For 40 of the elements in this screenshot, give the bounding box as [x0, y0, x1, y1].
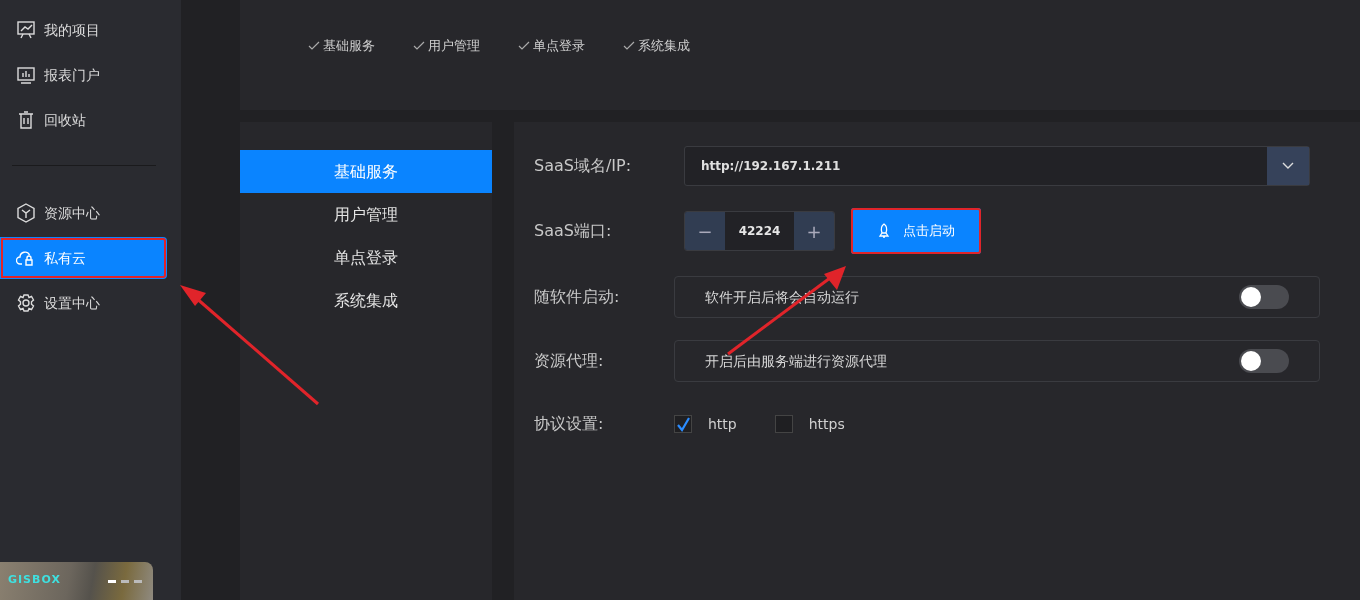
sidebar-item[interactable]: 我的项目: [0, 9, 167, 51]
checkbox-label: http: [708, 414, 737, 434]
address-dropdown[interactable]: http://192.167.1.211: [684, 146, 1310, 186]
sidebar-item[interactable]: 私有云: [0, 237, 167, 279]
checkbox[interactable]: [774, 415, 793, 433]
trash-icon: [16, 110, 36, 130]
sidebar-item[interactable]: 设置中心: [0, 282, 167, 324]
chart-board-icon: [16, 20, 36, 40]
start-button[interactable]: 点击启动: [851, 208, 981, 254]
settings-icon: [16, 293, 36, 313]
step-label: 基础服务: [308, 36, 375, 56]
carousel-indicator[interactable]: [134, 580, 142, 583]
rocket-icon: [877, 223, 891, 239]
checkbox[interactable]: [674, 415, 692, 433]
caret-icon: [1282, 162, 1294, 170]
checkbox-label: https: [808, 414, 845, 434]
submenu-item[interactable]: 系统集成: [240, 279, 492, 322]
carousel-indicator[interactable]: [108, 580, 116, 583]
toggle-switch[interactable]: [1239, 285, 1289, 309]
field-label: SaaS域名/IP:: [534, 155, 633, 177]
bar-chart-board-icon: [16, 65, 36, 85]
field-label: SaaS端口:: [534, 220, 613, 242]
step-label: 系统集成: [623, 36, 690, 56]
submenu-item[interactable]: 单点登录: [240, 236, 492, 279]
field-label: 随软件启动:: [534, 286, 621, 308]
carousel-indicator[interactable]: [121, 580, 129, 583]
submenu-item[interactable]: 用户管理: [240, 193, 492, 236]
sidebar-item[interactable]: 报表门户: [0, 54, 167, 96]
field-label: 资源代理:: [534, 350, 605, 372]
field-label: 协议设置:: [534, 413, 605, 435]
sidebar-item[interactable]: 资源中心: [0, 192, 167, 234]
toggle-switch[interactable]: [1239, 349, 1289, 373]
step-label: 用户管理: [413, 36, 480, 56]
sidebar-item[interactable]: 回收站: [0, 99, 167, 141]
option-description: 开启后由服务端进行资源代理: [705, 351, 887, 371]
cloud-lock-icon: [16, 248, 36, 268]
logo-text: GISBOX: [8, 572, 61, 588]
step-label: 单点登录: [518, 36, 585, 56]
hexagon-icon: [16, 203, 36, 223]
submenu-item[interactable]: 基础服务: [240, 150, 492, 193]
